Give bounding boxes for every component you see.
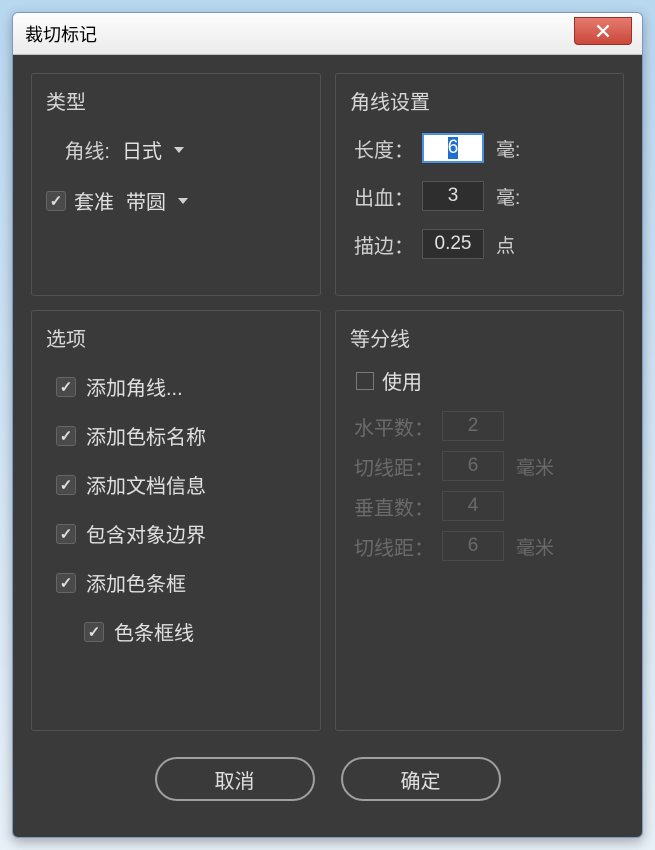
- options-panel: 选项 添加角线... 添加色标名称 添加文档信息 包含对象边界 添加色条框 色条…: [31, 310, 321, 731]
- add-corner-checkbox[interactable]: [56, 377, 76, 397]
- color-bar-line-checkbox[interactable]: [84, 622, 104, 642]
- registration-label: 套准: [74, 186, 114, 215]
- add-color-bar-checkbox[interactable]: [56, 573, 76, 593]
- close-icon: [596, 24, 610, 38]
- add-swatch-name-label: 添加色标名称: [86, 421, 206, 450]
- window-title: 裁切标记: [25, 21, 97, 47]
- color-bar-line-label: 色条框线: [114, 617, 194, 646]
- corner-settings-title: 角线设置: [350, 86, 609, 115]
- add-doc-info-label: 添加文档信息: [86, 470, 206, 499]
- hcount-input: [442, 411, 504, 441]
- hcut-unit: 毫米: [516, 453, 554, 480]
- add-corner-label: 添加角线...: [86, 372, 183, 401]
- ok-button[interactable]: 确定: [341, 757, 501, 801]
- button-row: 取消 确定: [31, 745, 624, 819]
- vcut-input: [442, 531, 504, 561]
- dialog-body: 类型 角线: 日式 套准 带圆: [13, 55, 642, 837]
- type-title: 类型: [46, 86, 306, 115]
- options-title: 选项: [46, 323, 306, 352]
- include-object-bounds-checkbox[interactable]: [56, 524, 76, 544]
- hcount-label: 水平数：: [350, 412, 434, 441]
- bleed-label: 出血：: [350, 182, 414, 211]
- add-swatch-name-checkbox[interactable]: [56, 426, 76, 446]
- registration-value: 带圆: [126, 186, 166, 215]
- length-label: 长度：: [350, 134, 414, 163]
- add-color-bar-label: 添加色条框: [86, 568, 186, 597]
- registration-checkbox[interactable]: [46, 191, 66, 211]
- close-button[interactable]: [574, 17, 632, 45]
- stroke-label: 描边：: [350, 230, 414, 259]
- length-input[interactable]: [422, 133, 484, 163]
- type-panel: 类型 角线: 日式 套准 带圆: [31, 73, 321, 296]
- corner-style-value: 日式: [122, 135, 162, 164]
- corner-style-label: 角线:: [46, 135, 110, 164]
- length-unit: 毫:: [496, 135, 520, 162]
- vcount-label: 垂直数：: [350, 492, 434, 521]
- add-doc-info-checkbox[interactable]: [56, 475, 76, 495]
- include-object-bounds-label: 包含对象边界: [86, 519, 206, 548]
- vcut-label: 切线距：: [350, 532, 434, 561]
- registration-select[interactable]: 带圆: [122, 184, 192, 217]
- cancel-button[interactable]: 取消: [155, 757, 315, 801]
- corner-settings-panel: 角线设置 长度： 毫: 出血： 毫: 描边： 点: [335, 73, 624, 296]
- division-title: 等分线: [350, 323, 609, 352]
- corner-style-select[interactable]: 日式: [118, 133, 188, 166]
- chevron-down-icon: [178, 198, 188, 204]
- chevron-down-icon: [174, 147, 184, 153]
- use-division-checkbox[interactable]: [356, 372, 374, 390]
- dialog-window: 裁切标记 类型 角线: 日式 套准 带圆: [12, 12, 643, 838]
- vcount-input: [442, 491, 504, 521]
- division-panel: 等分线 使用 水平数： 切线距： 毫米 垂直数：: [335, 310, 624, 731]
- hcut-input: [442, 451, 504, 481]
- stroke-input[interactable]: [422, 229, 484, 259]
- titlebar[interactable]: 裁切标记: [13, 13, 642, 55]
- hcut-label: 切线距：: [350, 452, 434, 481]
- use-division-label: 使用: [382, 366, 422, 395]
- stroke-unit: 点: [496, 231, 515, 258]
- bleed-input[interactable]: [422, 181, 484, 211]
- bleed-unit: 毫:: [496, 183, 520, 210]
- vcut-unit: 毫米: [516, 533, 554, 560]
